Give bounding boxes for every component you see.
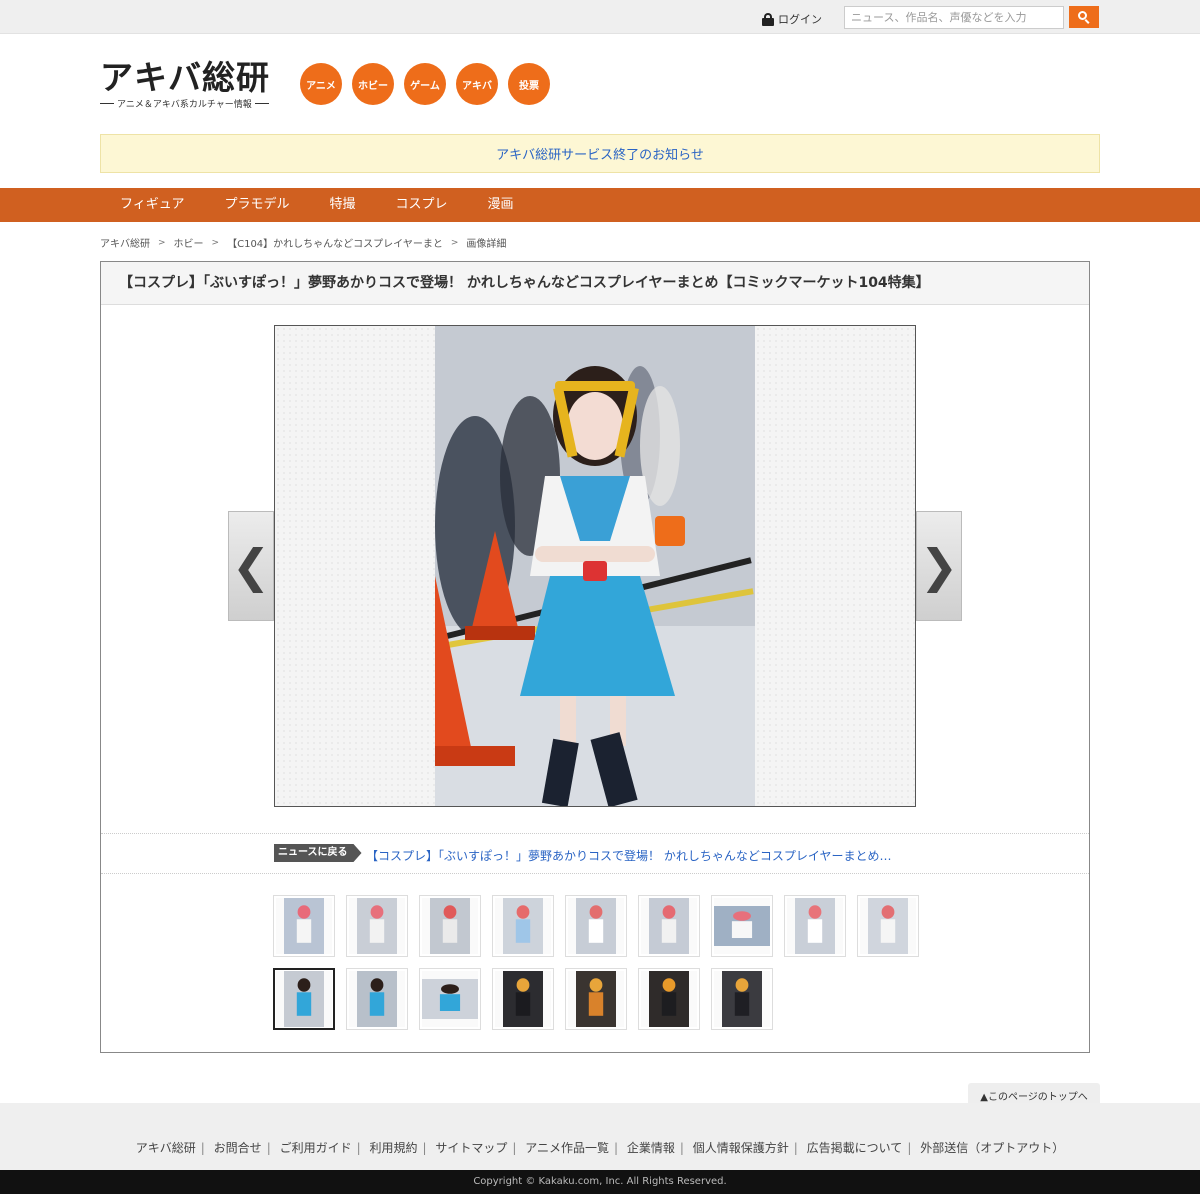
thumbnail[interactable] — [784, 895, 846, 957]
thumbnail[interactable] — [346, 968, 408, 1030]
search-icon — [1078, 11, 1090, 24]
thumbnail[interactable] — [273, 968, 335, 1030]
search-button[interactable] — [1069, 6, 1099, 28]
prev-image-button[interactable]: ❮ — [228, 511, 274, 621]
back-to-news-row: ニュースに戻る 【コスプレ】「ぶいすぽっ！」夢野あかりコスで登場！ かれしちゃん… — [101, 833, 1089, 874]
footer-link-home[interactable]: アキバ総研 — [136, 1141, 196, 1155]
chevron-right-icon: ❯ — [919, 539, 959, 593]
login-label: ログイン — [778, 13, 822, 26]
nav-item-plamodel[interactable]: プラモデル — [204, 188, 309, 222]
nav-item-cosplay[interactable]: コスプレ — [376, 188, 468, 222]
thumbnail-image — [422, 898, 478, 954]
thumbnail-image — [276, 898, 332, 954]
category-vote-button[interactable]: 投票 — [508, 63, 550, 105]
footer: アキバ総研 | お問合せ | ご利用ガイド | 利用規約 | サイトマップ | アニメ作品… — [0, 1103, 1200, 1170]
breadcrumb-hobby[interactable]: ホビー — [174, 235, 204, 250]
footer-link-optout[interactable]: 外部送信（オプトアウト） — [920, 1141, 1064, 1155]
login-link[interactable]: ログイン — [762, 11, 822, 27]
footer-link-anime-list[interactable]: アニメ作品一覧 — [525, 1141, 609, 1155]
thumbnail[interactable] — [857, 895, 919, 957]
main-photo — [435, 326, 755, 806]
breadcrumb-article[interactable]: 【C104】かれしちゃんなどコスプレイヤーまと — [227, 235, 443, 250]
thumbnail-image — [349, 971, 405, 1027]
thumbnail[interactable] — [565, 968, 627, 1030]
footer-link-sitemap[interactable]: サイトマップ — [435, 1141, 507, 1155]
search-input[interactable] — [844, 6, 1064, 29]
footer-link-guide[interactable]: ご利用ガイド — [280, 1141, 352, 1155]
thumbnail[interactable] — [711, 968, 773, 1030]
thumbnail[interactable] — [273, 895, 335, 957]
thumbnail[interactable] — [711, 895, 773, 957]
site-logo[interactable]: アキバ総研 アニメ＆アキバ系カルチャー情報 — [100, 60, 282, 112]
thumbnail-image — [714, 971, 770, 1027]
footer-link-contact[interactable]: お問合せ — [214, 1141, 262, 1155]
nav-item-figure[interactable]: フィギュア — [100, 188, 204, 222]
category-anime-button[interactable]: アニメ — [300, 63, 342, 105]
logo-tagline: アニメ＆アキバ系カルチャー情報 — [100, 97, 282, 110]
chevron-left-icon: ❮ — [231, 539, 271, 593]
thumbnail[interactable] — [492, 968, 554, 1030]
top-bar: ログイン — [0, 0, 1200, 34]
thumbnail[interactable] — [419, 968, 481, 1030]
article-title: 【コスプレ】「ぶいすぽっ！」夢野あかりコスで登場！ かれしちゃんなどコスプレイヤ… — [101, 262, 1089, 305]
thumbnail[interactable] — [419, 895, 481, 957]
breadcrumb-separator: > — [450, 237, 459, 248]
breadcrumb-separator: > — [158, 237, 166, 248]
nav-item-manga[interactable]: 漫画 — [468, 188, 534, 222]
thumbnail-image — [568, 898, 624, 954]
thumbnail-image — [714, 898, 770, 954]
thumbnail-image — [495, 898, 551, 954]
footer-link-ads[interactable]: 広告掲載について — [807, 1141, 903, 1155]
thumbnail-image — [860, 898, 916, 954]
thumbnail-image — [276, 971, 332, 1027]
footer-link-terms[interactable]: 利用規約 — [369, 1141, 417, 1155]
category-game-button[interactable]: ゲーム — [404, 63, 446, 105]
category-akiba-button[interactable]: アキバ — [456, 63, 498, 105]
thumbnail[interactable] — [638, 895, 700, 957]
thumbnail[interactable] — [638, 968, 700, 1030]
breadcrumb-current: 画像詳細 — [466, 239, 507, 250]
thumbnail[interactable] — [565, 895, 627, 957]
main-nav: フィギュア プラモデル 特撮 コスプレ 漫画 — [0, 188, 1200, 222]
thumbnail-image — [787, 898, 843, 954]
thumbnail-image — [422, 971, 478, 1027]
thumbnail-image — [495, 971, 551, 1027]
thumbnail[interactable] — [346, 895, 408, 957]
breadcrumb-home[interactable]: アキバ総研 — [100, 235, 150, 250]
back-to-news-button[interactable]: ニュースに戻る — [274, 844, 362, 862]
thumbnail-image — [641, 898, 697, 954]
back-to-news-link[interactable]: 【コスプレ】「ぶいすぽっ！」夢野あかりコスで登場！ かれしちゃんなどコスプレイヤ… — [366, 847, 891, 864]
breadcrumb: アキバ総研 > ホビー > 【C104】かれしちゃんなどコスプレイヤーまと > … — [100, 235, 507, 251]
thumbnail-image — [641, 971, 697, 1027]
logo-title: アキバ総研 — [100, 58, 270, 97]
thumbnail-image — [349, 898, 405, 954]
footer-link-company[interactable]: 企業情報 — [627, 1141, 675, 1155]
image-detail-box: 【コスプレ】「ぶいすぽっ！」夢野あかりコスで登場！ かれしちゃんなどコスプレイヤ… — [100, 261, 1090, 1053]
copyright: Copyright © Kakaku.com, Inc. All Rights … — [0, 1170, 1200, 1194]
category-hobby-button[interactable]: ホビー — [352, 63, 394, 105]
thumbnail-image — [568, 971, 624, 1027]
image-viewer — [274, 325, 916, 807]
next-image-button[interactable]: ❯ — [916, 511, 962, 621]
lock-icon — [762, 12, 774, 26]
footer-link-privacy[interactable]: 個人情報保護方針 — [693, 1141, 789, 1155]
thumbnail[interactable] — [492, 895, 554, 957]
service-notice-link[interactable]: アキバ総研サービス終了のお知らせ — [100, 134, 1100, 173]
nav-item-tokusatsu[interactable]: 特撮 — [310, 188, 376, 222]
category-buttons: アニメ ホビー ゲーム アキバ 投票 — [300, 63, 550, 105]
footer-links: アキバ総研 | お問合せ | ご利用ガイド | 利用規約 | サイトマップ | アニメ作品… — [135, 1141, 1065, 1155]
breadcrumb-separator: > — [211, 237, 220, 248]
